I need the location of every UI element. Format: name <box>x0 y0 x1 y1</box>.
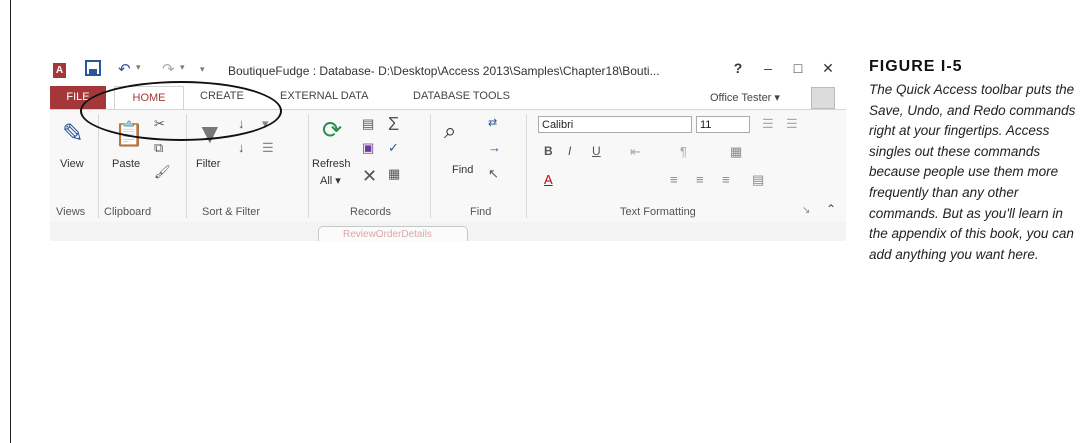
group-divider <box>526 114 527 218</box>
access-app-icon: A <box>53 63 66 78</box>
redo-icon[interactable]: ↷ <box>162 60 175 80</box>
select-icon[interactable]: ↖ <box>488 166 499 182</box>
maximize-icon[interactable]: □ <box>786 60 810 76</box>
group-views: Views <box>56 206 86 218</box>
font-name-select[interactable]: Calibri <box>538 116 692 133</box>
figure-heading: FIGURE I-5 <box>869 58 963 75</box>
avatar[interactable] <box>811 87 835 109</box>
new-record-icon[interactable]: ▤ <box>362 116 374 132</box>
delete-record-icon[interactable]: ✕ <box>362 166 377 187</box>
save-record-icon[interactable]: ▣ <box>362 140 374 156</box>
indent-icon[interactable]: ⇤ <box>630 144 641 160</box>
view-button[interactable]: View <box>60 158 84 170</box>
font-color-icon[interactable]: A <box>544 172 553 187</box>
row-color-icon[interactable]: ▤ <box>752 172 764 188</box>
refresh-icon[interactable]: ⟳ <box>322 116 342 145</box>
go-to-icon[interactable]: → <box>488 140 501 155</box>
group-records: Records <box>350 206 391 218</box>
gridlines-icon[interactable]: ▦ <box>730 144 742 160</box>
collapse-ribbon-icon[interactable]: ⌃ <box>826 202 836 216</box>
document-tab[interactable]: ReviewOrderDetails <box>318 226 468 241</box>
paste-button[interactable]: Paste <box>112 158 140 170</box>
undo-dropdown-icon[interactable]: ▾ <box>136 62 141 73</box>
font-size-select[interactable]: 11 <box>696 116 750 133</box>
align-right-icon[interactable]: ≡ <box>722 172 730 187</box>
advanced-filter-icon[interactable]: ☰ <box>262 140 274 156</box>
qat-customize-icon[interactable]: ▾ <box>200 64 205 75</box>
refresh-button[interactable]: Refresh <box>312 158 351 170</box>
save-icon[interactable] <box>85 60 101 80</box>
margin-rule <box>10 0 11 443</box>
group-find: Find <box>470 206 492 218</box>
undo-icon[interactable]: ↶ <box>118 60 131 80</box>
help-icon[interactable]: ? <box>726 60 750 76</box>
refresh-all-dropdown[interactable]: All ▾ <box>320 174 341 187</box>
user-name[interactable]: Office Tester ▾ <box>710 91 780 104</box>
numbering-icon[interactable]: ☰ <box>786 116 798 132</box>
replace-icon[interactable]: ⇄ <box>488 116 497 129</box>
bold-icon[interactable]: B <box>544 144 553 158</box>
minimize-icon[interactable]: – <box>756 60 780 76</box>
close-icon[interactable]: ✕ <box>816 60 840 77</box>
format-painter-icon[interactable]: 🖌 <box>154 164 171 180</box>
access-screenshot: A ↶ ▾ ↷ ▾ ▾ BoutiqueFudge : Database- D:… <box>50 56 846 241</box>
align-left-icon[interactable]: ≡ <box>670 172 678 187</box>
group-clipboard: Clipboard <box>104 206 152 218</box>
totals-icon[interactable]: Σ <box>388 114 399 135</box>
navigation-area: ReviewOrderDetails <box>50 222 846 241</box>
spelling-icon[interactable]: ✓ <box>388 140 399 156</box>
filter-button[interactable]: Filter <box>196 158 220 170</box>
group-text-formatting: Text Formatting <box>620 206 696 218</box>
window-title: BoutiqueFudge : Database- D:\Desktop\Acc… <box>228 64 660 78</box>
underline-icon[interactable]: U <box>592 144 601 158</box>
paragraph-direction-icon[interactable]: ¶ <box>680 144 687 159</box>
copy-icon[interactable]: ⧉ <box>154 140 163 156</box>
tab-database-tools[interactable]: DATABASE TOOLS <box>413 90 510 102</box>
sort-descending-icon[interactable]: ↓ <box>238 140 245 155</box>
tab-external-data[interactable]: EXTERNAL DATA <box>280 90 368 102</box>
group-sort-filter: Sort & Filter <box>202 206 261 218</box>
redo-dropdown-icon[interactable]: ▾ <box>180 62 185 73</box>
align-center-icon[interactable]: ≡ <box>696 172 704 187</box>
find-button[interactable]: Find <box>452 164 473 176</box>
view-icon[interactable]: ✎ <box>62 118 84 149</box>
dialog-launcher-icon[interactable]: ↘ <box>802 205 810 216</box>
italic-icon[interactable]: I <box>568 144 571 158</box>
highlight-oval <box>80 81 282 141</box>
group-divider <box>308 114 309 218</box>
group-divider <box>430 114 431 218</box>
figure-caption: The Quick Access toolbar puts the Save, … <box>869 82 1076 262</box>
more-records-icon[interactable]: ▦ <box>388 166 400 182</box>
bullets-icon[interactable]: ☰ <box>762 116 774 132</box>
group-divider <box>98 114 99 218</box>
binoculars-icon[interactable]: ⌕ <box>444 118 456 144</box>
